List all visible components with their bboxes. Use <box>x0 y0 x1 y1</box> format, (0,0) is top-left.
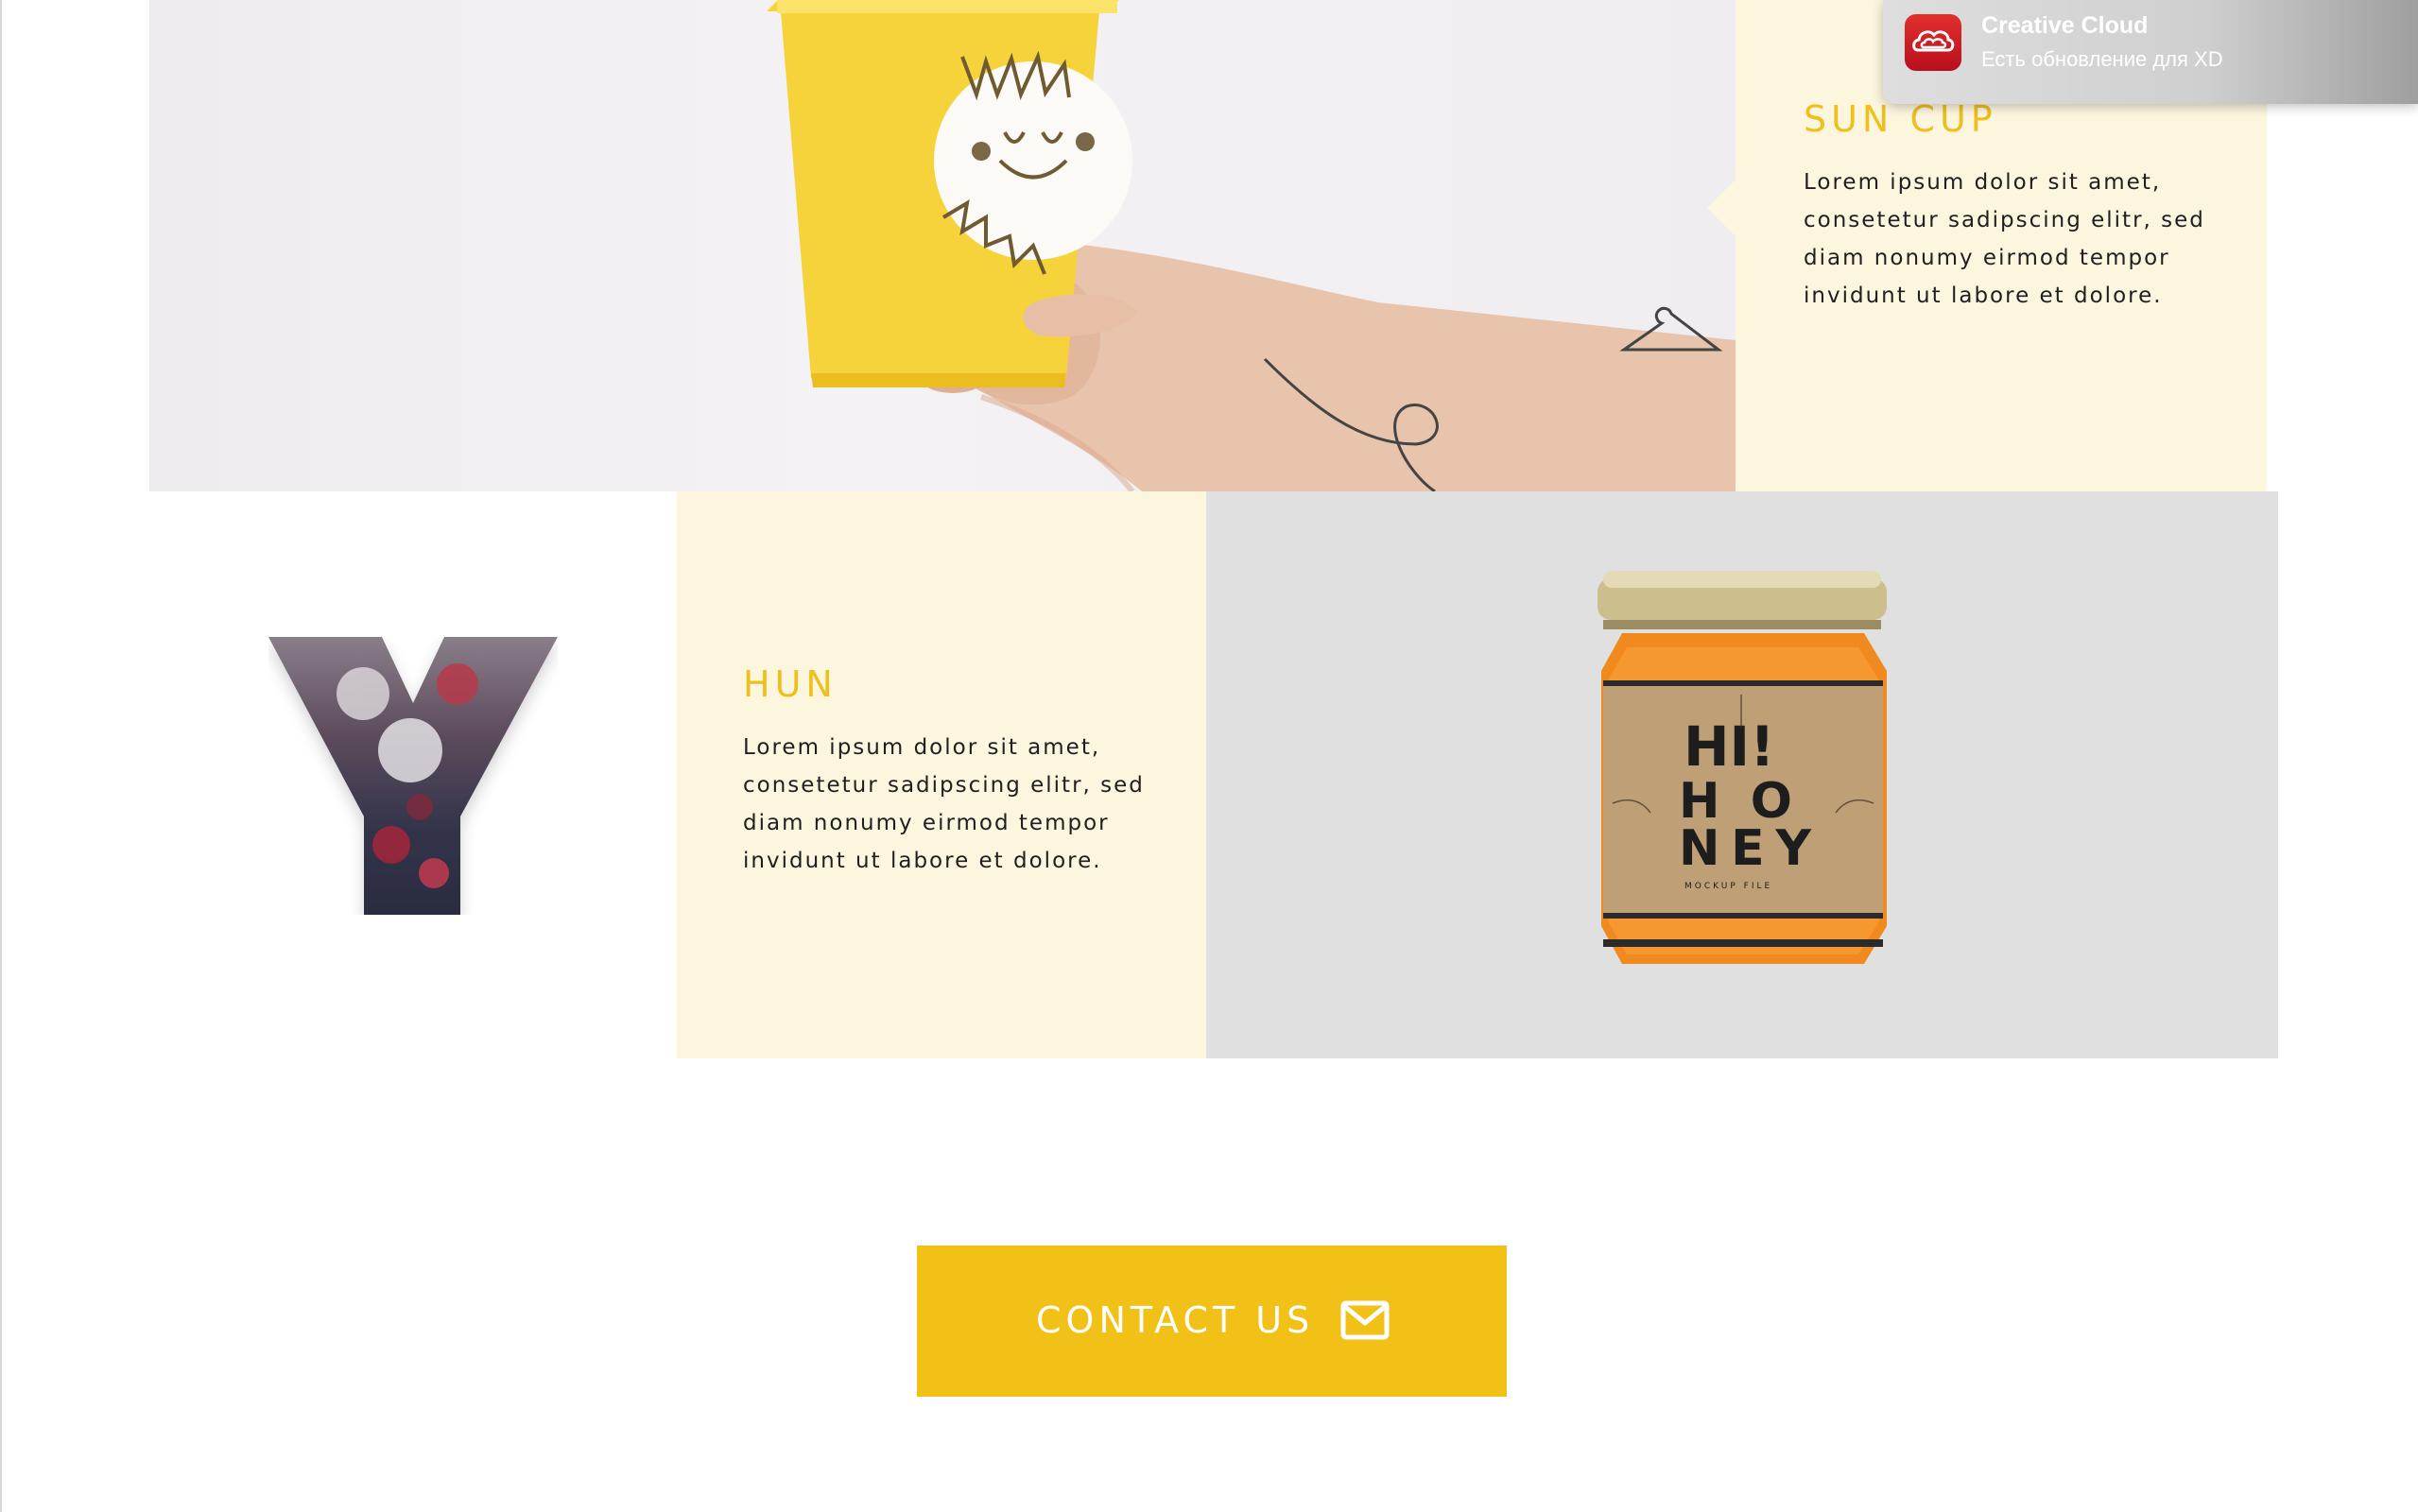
jar-label-line1: HI! <box>1684 714 1775 779</box>
creative-cloud-notification[interactable]: Creative Cloud Есть обновление для XD <box>1883 0 2418 104</box>
sun-cup-photo <box>149 0 1736 491</box>
svg-text:NEY: NEY <box>1679 820 1812 877</box>
notification-title: Creative Cloud <box>1981 12 2149 39</box>
page-left-edge <box>0 0 2 1512</box>
sun-cup-description: Lorem ipsum dolor sit amet, consetetur s… <box>1804 170 2205 308</box>
notification-message: Есть обновление для XD <box>1981 47 2223 71</box>
letter-y-graphic <box>268 637 558 915</box>
sun-cup-title: SUN CUP <box>1804 98 1997 140</box>
panel-pointer <box>1707 180 1736 236</box>
hun-title: HUN <box>743 663 838 705</box>
envelope-icon <box>1340 1300 1390 1340</box>
hun-description: Lorem ipsum dolor sit amet, consetetur s… <box>743 735 1145 873</box>
jar-label-small: MOCKUP FILE <box>1684 882 1772 891</box>
creative-cloud-icon <box>1905 14 1961 71</box>
contact-us-button[interactable]: CONTACT US <box>917 1246 1507 1397</box>
contact-us-label: CONTACT US <box>1036 1299 1315 1341</box>
honey-jar-photo: HI! HO NEY MOCKUP FILE <box>1206 491 2278 1058</box>
